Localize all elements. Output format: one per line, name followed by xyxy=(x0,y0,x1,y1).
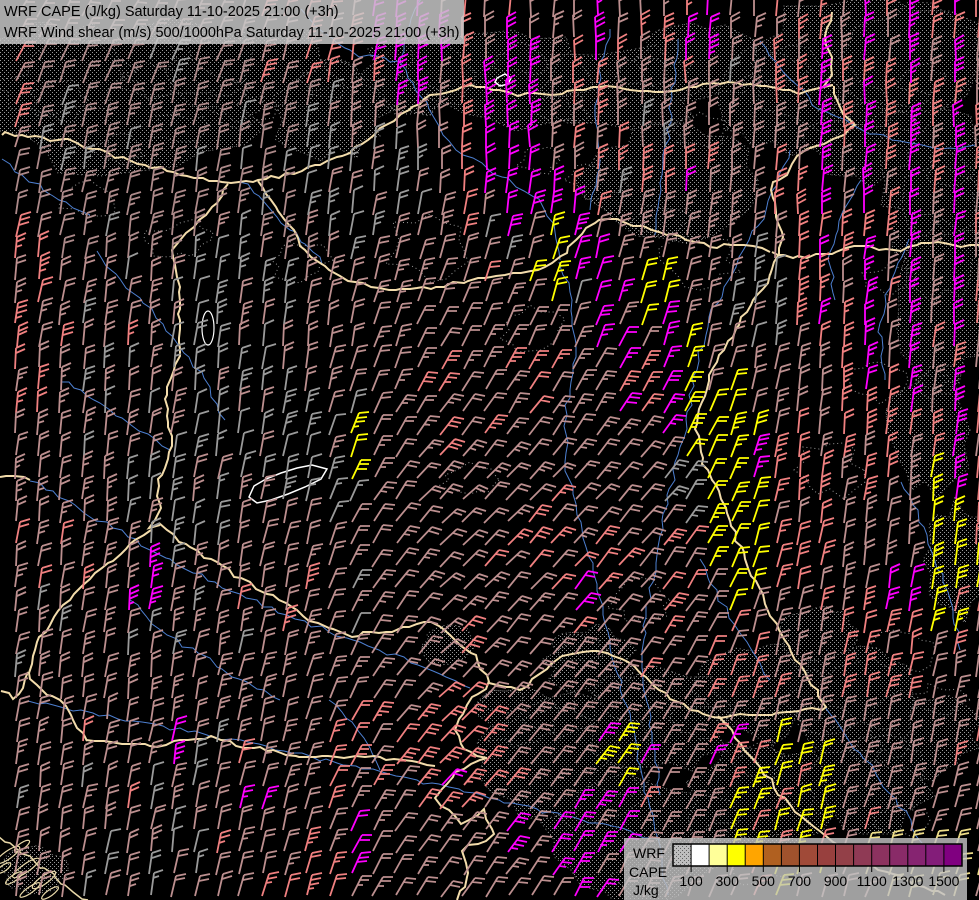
svg-text:WRF: WRF xyxy=(633,845,665,861)
svg-text:900: 900 xyxy=(824,873,848,889)
svg-text:500: 500 xyxy=(752,873,776,889)
svg-text:1500: 1500 xyxy=(928,873,959,889)
svg-text:100: 100 xyxy=(679,873,703,889)
svg-text:300: 300 xyxy=(716,873,740,889)
svg-text:J/kg: J/kg xyxy=(633,882,659,898)
svg-text:WRF CAPE (J/kg) Saturday 11-10: WRF CAPE (J/kg) Saturday 11-10-2025 21:0… xyxy=(4,4,339,20)
svg-text:700: 700 xyxy=(788,873,812,889)
svg-text:CAPE: CAPE xyxy=(629,864,667,880)
svg-text:WRF Wind shear (m/s) 500/1000h: WRF Wind shear (m/s) 500/1000hPa Saturda… xyxy=(4,25,460,41)
svg-text:1300: 1300 xyxy=(892,873,923,889)
svg-text:1100: 1100 xyxy=(857,873,887,889)
